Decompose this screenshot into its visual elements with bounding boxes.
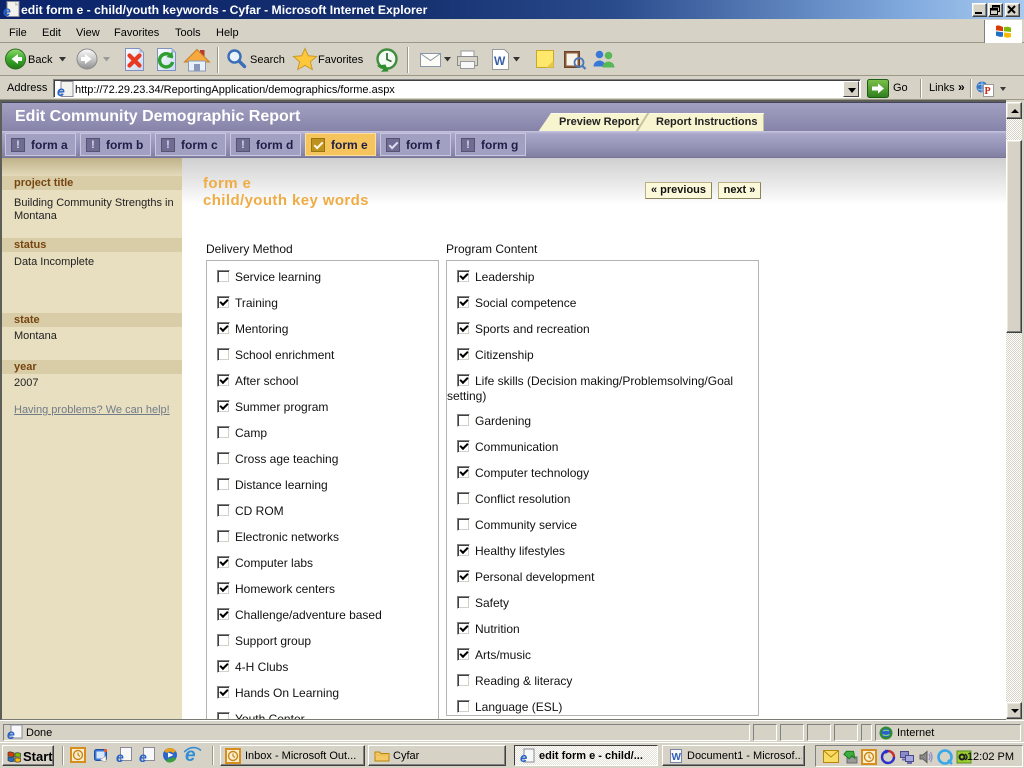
svg-text:e: e bbox=[116, 749, 124, 763]
svg-text:e: e bbox=[57, 83, 65, 98]
svg-text:W: W bbox=[672, 752, 682, 763]
svg-text:e: e bbox=[520, 750, 527, 764]
svg-text:W: W bbox=[494, 54, 506, 68]
svg-text:e: e bbox=[3, 3, 11, 18]
svg-text:P: P bbox=[985, 86, 991, 97]
svg-text:e: e bbox=[7, 726, 15, 740]
svg-text:e: e bbox=[139, 749, 147, 763]
